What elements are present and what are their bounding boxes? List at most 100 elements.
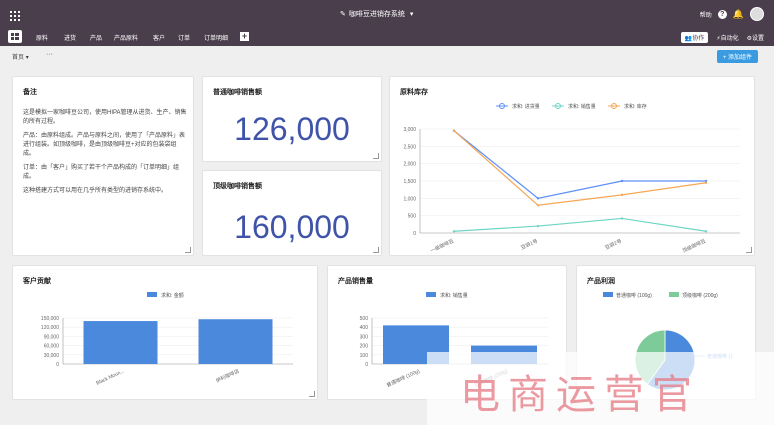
kpi-regular-card: 普通咖啡销售额 126,000 xyxy=(202,76,382,162)
nav-item-customers[interactable]: 客户 xyxy=(153,33,165,42)
notes-paragraph: 这是模拟一家咖啡豆公司，使用HIPA管理从进货、生产、销售的所有过程。 xyxy=(23,110,187,125)
y-tick-label: 400 xyxy=(360,325,369,331)
legend-swatch xyxy=(669,292,679,297)
y-tick-label: 1,000 xyxy=(403,196,416,202)
resize-handle[interactable] xyxy=(185,247,191,253)
collab-button[interactable]: 👥协作 xyxy=(680,32,709,43)
kpi-regular-value: 126,000 xyxy=(234,111,350,147)
y-tick-label: 0 xyxy=(365,362,368,368)
legend-swatch xyxy=(426,292,436,297)
notes-card: 备注 这是模拟一家咖啡豆公司，使用HIPA管理从进货、生产、销售的所有过程。 产… xyxy=(12,76,194,256)
settings-button[interactable]: ⚙设置 xyxy=(747,33,764,42)
notes-paragraph: 这种搭建方式可以用在几乎所有类型的进销存系统中。 xyxy=(23,188,168,194)
x-tick-label: 豆袋1号 xyxy=(520,237,539,251)
nav-item-orders[interactable]: 订单 xyxy=(178,33,190,42)
apps-grid-icon[interactable] xyxy=(10,8,20,26)
y-tick-label: 90,000 xyxy=(44,334,60,340)
kpi-regular-title: 普通咖啡销售额 xyxy=(213,89,262,96)
top-bar: ✎ 咖啡豆进销存系统 ▾ 帮助 ? 🔔 xyxy=(0,0,774,28)
legend-label: 普通咖啡 (100g) xyxy=(616,292,652,299)
y-tick-label: 150,000 xyxy=(41,316,59,322)
data-point xyxy=(704,181,708,184)
kpi-premium-title: 顶级咖啡销售额 xyxy=(213,183,262,190)
sub-bar: 首页 ▾ ··· + 添加组件 xyxy=(0,46,774,66)
user-avatar[interactable] xyxy=(750,7,764,21)
nav-item-order-details[interactable]: 订单明细 xyxy=(204,33,228,42)
x-tick-label: 顶级咖啡豆 xyxy=(681,237,707,254)
help-link[interactable]: 帮助 xyxy=(700,10,712,19)
y-tick-label: 30,000 xyxy=(44,353,60,359)
kpi-premium-card: 顶级咖啡销售额 160,000 xyxy=(202,170,382,256)
x-tick-label: Black Moun... xyxy=(95,368,125,386)
resize-handle[interactable] xyxy=(309,391,315,397)
x-tick-label: 一级咖啡豆 xyxy=(429,237,455,254)
watermark-text: 电商运营官 xyxy=(460,372,700,418)
legend-label: 求和: 销售量 xyxy=(440,292,468,299)
y-tick-label: 1,500 xyxy=(403,179,416,185)
data-point xyxy=(620,179,624,183)
legend-label: 求和: 库存 xyxy=(624,103,647,110)
home-dashboard-icon[interactable] xyxy=(8,30,22,43)
data-point xyxy=(536,224,540,228)
inventory-card: 原料库存 求和: 进货量 求和: 销售量 求和: 库存 0 500 1,000 1,500 2… xyxy=(389,76,755,256)
legend-label: 求和: 进货量 xyxy=(512,103,540,110)
notification-bell-icon[interactable]: 🔔 xyxy=(733,9,744,20)
top-right-actions: 帮助 ? 🔔 xyxy=(700,7,764,21)
legend-swatch xyxy=(603,292,613,297)
nav-item-purchases[interactable]: 进货 xyxy=(64,33,76,42)
chevron-down-icon: ▾ xyxy=(25,55,29,61)
notes-title: 备注 xyxy=(23,89,37,96)
customer-bar-chart: 求和: 金额 0 30,000 60,000 90,000 120,000 150,000 B… xyxy=(41,292,293,387)
add-widget-button[interactable]: + 添加组件 xyxy=(716,50,758,63)
data-point xyxy=(620,193,624,197)
y-tick-label: 0 xyxy=(56,362,59,368)
nav-bar: 原料 进货 产品 产品原料 客户 订单 订单明细 + 👥协作 ⚡自动化 ⚙设置 xyxy=(0,28,774,46)
customer-card: 客户贡献 求和: 金额 0 30,000 60,000 90,000 120,000 150… xyxy=(12,265,318,400)
legend-label: 顶级咖啡 (200g) xyxy=(682,292,718,299)
y-tick-label: 500 xyxy=(408,214,417,220)
add-tab-icon[interactable]: + xyxy=(240,32,249,41)
y-tick-label: 100 xyxy=(360,353,369,359)
data-point xyxy=(536,197,540,200)
y-tick-label: 60,000 xyxy=(44,344,60,350)
kpi-premium-value: 160,000 xyxy=(234,209,350,245)
bar xyxy=(198,319,273,364)
legend-swatch xyxy=(147,292,157,297)
chevron-down-icon: ▾ xyxy=(409,11,414,18)
notes-paragraph: 产品：由原料组成。产品与原料之间，使用了「产品原料」表进行组装。如顶级咖啡，是由… xyxy=(23,133,186,157)
leaf-icon: ✎ xyxy=(340,11,346,18)
help-icon[interactable]: ? xyxy=(717,9,727,19)
y-tick-label: 500 xyxy=(360,316,369,322)
nav-item-materials[interactable]: 原料 xyxy=(36,33,48,42)
more-menu[interactable]: ··· xyxy=(46,51,53,58)
nav-item-product-materials[interactable]: 产品原料 xyxy=(114,33,138,42)
resize-handle[interactable] xyxy=(373,247,379,253)
automation-button[interactable]: ⚡自动化 xyxy=(716,33,738,42)
legend-label: 求和: 金额 xyxy=(161,292,184,299)
data-point xyxy=(452,129,456,132)
app-title[interactable]: ✎ 咖啡豆进销存系统 ▾ xyxy=(340,9,413,19)
data-point xyxy=(536,204,540,207)
y-tick-label: 2,500 xyxy=(403,144,416,150)
x-tick-label: 普通咖啡 (100g) xyxy=(385,367,421,389)
y-tick-label: 0 xyxy=(413,231,416,237)
inventory-line-chart: 求和: 进货量 求和: 销售量 求和: 库存 0 500 1,000 1,500 2,000 2… xyxy=(403,103,740,254)
y-tick-label: 300 xyxy=(360,334,369,340)
resize-handle[interactable] xyxy=(746,247,752,253)
y-tick-label: 2,000 xyxy=(403,162,416,168)
page-selector[interactable]: 首页 ▾ xyxy=(12,52,29,61)
x-tick-label: 豆袋2号 xyxy=(604,237,623,251)
notes-paragraph: 订单：由「客户」购买了若干个产品构成的「订单明细」组成。 xyxy=(23,165,180,180)
nav-item-products[interactable]: 产品 xyxy=(90,33,102,42)
y-tick-label: 3,000 xyxy=(403,127,416,133)
nav-right-actions: 👥协作 ⚡自动化 ⚙设置 xyxy=(680,32,764,43)
series-line xyxy=(453,217,707,232)
data-point xyxy=(620,217,624,220)
notes-body: 这是模拟一家咖啡豆公司，使用HIPA管理从进货、生产、销售的所有过程。 产品：由… xyxy=(23,109,187,201)
resize-handle[interactable] xyxy=(373,153,379,159)
y-tick-label: 200 xyxy=(360,344,369,350)
x-tick-label: 伊利咖啡店 xyxy=(215,367,241,384)
data-point xyxy=(704,230,708,233)
series-line xyxy=(453,130,707,206)
legend-label: 求和: 销售量 xyxy=(568,103,596,110)
